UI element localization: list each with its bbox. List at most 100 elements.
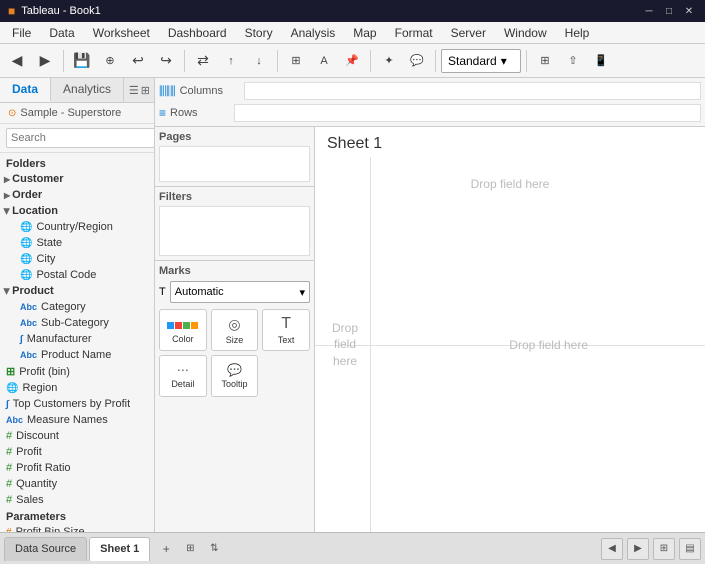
marks-grid: Color ◎ Size T Text xyxy=(159,309,310,351)
marks-detail-btn[interactable]: ⋯ Detail xyxy=(159,355,207,397)
panel-list-icon[interactable]: ☰ xyxy=(129,84,139,97)
view-canvas[interactable]: Drop field here Dropfieldhere Drop field… xyxy=(315,157,705,532)
new-sheet-button[interactable]: + xyxy=(156,539,176,559)
bottom-right-controls: ◀ ▶ ⊞ ▤ xyxy=(601,538,701,560)
close-button[interactable]: ✕ xyxy=(681,3,697,19)
marks-grid-2: ⋯ Detail 💬 Tooltip xyxy=(159,355,310,397)
field-city[interactable]: 🌐 City xyxy=(0,251,154,267)
marks-type-dropdown[interactable]: Automatic ▾ xyxy=(170,281,310,303)
folder-order[interactable]: ▶ Order xyxy=(0,187,154,203)
toolbar-sep-3 xyxy=(277,50,278,72)
fix-button[interactable]: 📌 xyxy=(339,48,365,74)
folder-product[interactable]: ▶ Product xyxy=(0,283,154,299)
drop-hint-top: Drop field here xyxy=(471,177,550,191)
field-country-region[interactable]: 🌐 Country/Region xyxy=(0,219,154,235)
toolbar-sep-6 xyxy=(526,50,527,72)
label-button[interactable]: A xyxy=(311,48,337,74)
datasource-icon: ⊙ xyxy=(8,108,16,119)
rows-drop-area[interactable] xyxy=(234,104,701,122)
field-category[interactable]: Abc Category xyxy=(0,299,154,315)
field-product-name[interactable]: Abc Product Name xyxy=(0,347,154,363)
columns-drop-area[interactable] xyxy=(244,82,701,100)
field-sales[interactable]: # Sales xyxy=(0,492,154,508)
marks-size-btn[interactable]: ◎ Size xyxy=(211,309,259,351)
field-top-customers[interactable]: ∫ Top Customers by Profit xyxy=(0,396,154,412)
menu-analysis[interactable]: Analysis xyxy=(283,24,344,42)
menu-help[interactable]: Help xyxy=(557,24,598,42)
rows-label: Rows xyxy=(170,107,230,119)
field-region[interactable]: 🌐 Region xyxy=(0,380,154,396)
hash-icon: # xyxy=(6,446,12,458)
fit-button[interactable]: ⊞ xyxy=(283,48,309,74)
field-discount[interactable]: # Discount xyxy=(0,428,154,444)
tab-analytics[interactable]: Analytics xyxy=(51,78,124,102)
columns-label: Columns xyxy=(180,85,240,97)
left-panel: Data Analytics ☰ ⊞ ⊙ Sample - Superstore… xyxy=(0,78,155,532)
field-measure-names[interactable]: Abc Measure Names xyxy=(0,412,154,428)
text-t-icon: T xyxy=(281,315,291,333)
new-datasource-button[interactable]: ⊕ xyxy=(97,48,123,74)
tooltip-bubble-icon: 💬 xyxy=(227,363,242,377)
param-profit-bin-size[interactable]: # Profit Bin Size xyxy=(0,524,154,532)
back-button[interactable]: ◀ xyxy=(4,48,30,74)
marks-text-btn[interactable]: T Text xyxy=(262,309,310,351)
menu-server[interactable]: Server xyxy=(443,24,494,42)
menu-format[interactable]: Format xyxy=(387,24,441,42)
swap-rows-cols-button[interactable]: ⇅ xyxy=(204,539,224,559)
save-button[interactable]: 💾 xyxy=(69,48,95,74)
globe-icon: 🌐 xyxy=(20,254,32,265)
marks-tooltip-btn[interactable]: 💬 Tooltip xyxy=(211,355,259,397)
grid-view-button[interactable]: ⊞ xyxy=(653,538,675,560)
field-state[interactable]: 🌐 State xyxy=(0,235,154,251)
menu-story[interactable]: Story xyxy=(237,24,281,42)
field-sub-category[interactable]: Abc Sub-Category xyxy=(0,315,154,331)
folder-customer[interactable]: ▶ Customer xyxy=(0,171,154,187)
folder-location[interactable]: ▶ Location xyxy=(0,203,154,219)
redo-button[interactable]: ↪ xyxy=(153,48,179,74)
main-layout: Data Analytics ☰ ⊞ ⊙ Sample - Superstore… xyxy=(0,78,705,532)
swap-button[interactable]: ⇄ xyxy=(190,48,216,74)
search-input[interactable] xyxy=(6,128,155,148)
tab-data-source[interactable]: Data Source xyxy=(4,537,87,561)
tab-sheet1[interactable]: Sheet 1 xyxy=(89,537,150,561)
window-title: Tableau - Book1 xyxy=(21,5,101,17)
menu-map[interactable]: Map xyxy=(345,24,384,42)
highlight-button[interactable]: ✦ xyxy=(376,48,402,74)
pages-drop-box[interactable] xyxy=(159,146,310,182)
list-view-button[interactable]: ▤ xyxy=(679,538,701,560)
field-postal-code[interactable]: 🌐 Postal Code xyxy=(0,267,154,283)
field-profit[interactable]: # Profit xyxy=(0,444,154,460)
panel-search-icon[interactable]: ⊞ xyxy=(141,84,150,97)
tooltip-button[interactable]: 💬 xyxy=(404,48,430,74)
shelf-area: ⫼⫼⫼ Columns ≡ Rows xyxy=(155,78,705,127)
menu-worksheet[interactable]: Worksheet xyxy=(85,24,158,42)
minimize-button[interactable]: ─ xyxy=(641,3,657,19)
menu-window[interactable]: Window xyxy=(496,24,555,42)
data-source-item[interactable]: ⊙ Sample - Superstore xyxy=(0,103,154,124)
device-button[interactable]: 📱 xyxy=(588,48,614,74)
marks-title: Marks xyxy=(159,265,310,277)
sort-desc-button[interactable]: ↓ xyxy=(246,48,272,74)
filters-drop-box[interactable] xyxy=(159,206,310,256)
scroll-right-button[interactable]: ▶ xyxy=(627,538,649,560)
present-button[interactable]: ⊞ xyxy=(532,48,558,74)
menu-dashboard[interactable]: Dashboard xyxy=(160,24,235,42)
share-button[interactable]: ⇧ xyxy=(560,48,586,74)
undo-button[interactable]: ↩ xyxy=(125,48,151,74)
standard-dropdown[interactable]: Standard ▾ xyxy=(441,49,521,73)
menu-file[interactable]: File xyxy=(4,24,39,42)
field-profit-ratio[interactable]: # Profit Ratio xyxy=(0,460,154,476)
menu-data[interactable]: Data xyxy=(41,24,82,42)
color-squares-icon xyxy=(167,316,198,332)
field-quantity[interactable]: # Quantity xyxy=(0,476,154,492)
scroll-left-button[interactable]: ◀ xyxy=(601,538,623,560)
forward-button[interactable]: ▶ xyxy=(32,48,58,74)
marks-color-btn[interactable]: Color xyxy=(159,309,207,351)
field-profit-bin[interactable]: ⊞ Profit (bin) xyxy=(0,363,154,380)
sort-asc-button[interactable]: ↑ xyxy=(218,48,244,74)
chevron-product-icon: ▶ xyxy=(3,288,12,294)
restore-button[interactable]: □ xyxy=(661,3,677,19)
duplicate-sheet-button[interactable]: ⊞ xyxy=(180,539,200,559)
field-manufacturer[interactable]: ∫ Manufacturer xyxy=(0,331,154,347)
tab-data[interactable]: Data xyxy=(0,78,51,102)
